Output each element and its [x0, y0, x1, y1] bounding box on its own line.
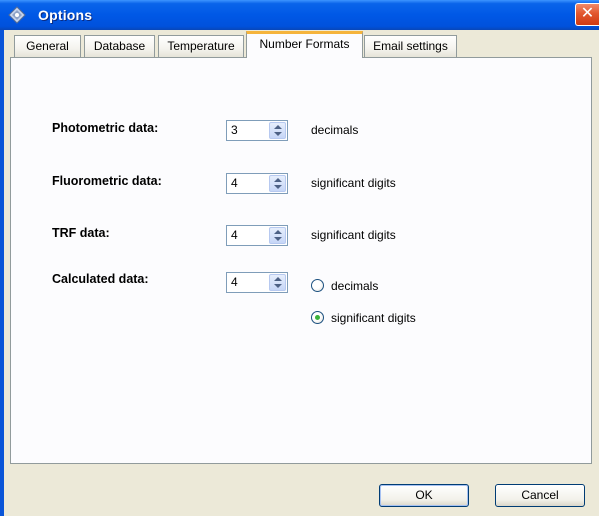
photometric-label: Photometric data: [52, 121, 159, 135]
fluorometric-label: Fluorometric data: [52, 174, 162, 188]
tab-database[interactable]: Database [84, 35, 155, 57]
calculated-decimals-label[interactable]: decimals [331, 279, 378, 293]
calculated-label: Calculated data: [52, 272, 149, 286]
spinner-value: 4 [231, 228, 238, 242]
calculated-significant-digits-radio[interactable] [311, 311, 324, 324]
fluorometric-digits-spinner[interactable]: 4 [226, 173, 288, 194]
tab-number-formats[interactable]: Number Formats [246, 31, 363, 58]
calculated-decimals-radio[interactable] [311, 279, 324, 292]
title-bar[interactable]: Options ✕ [0, 0, 599, 30]
close-icon: ✕ [580, 5, 595, 22]
spin-arrows-icon[interactable] [269, 227, 286, 244]
window-title: Options [38, 7, 93, 23]
spin-arrows-icon[interactable] [269, 175, 286, 192]
photometric-unit: decimals [311, 123, 359, 137]
tab-label: Database [93, 39, 146, 53]
photometric-decimals-spinner[interactable]: 3 [226, 120, 288, 141]
tab-label: Temperature [167, 39, 235, 53]
tab-label: Number Formats [259, 37, 350, 51]
fluorometric-unit: significant digits [311, 176, 396, 190]
spinner-value: 4 [231, 176, 238, 190]
spinner-value: 4 [231, 275, 238, 289]
trf-label: TRF data: [52, 226, 110, 240]
cancel-button[interactable]: Cancel [495, 484, 585, 507]
tab-general[interactable]: General [14, 35, 81, 57]
calculated-significant-digits-label[interactable]: significant digits [331, 311, 416, 325]
tab-label: Email settings [373, 39, 448, 53]
tab-email-settings[interactable]: Email settings [364, 35, 457, 57]
trf-unit: significant digits [311, 228, 396, 242]
tab-temperature[interactable]: Temperature [158, 35, 244, 57]
trf-digits-spinner[interactable]: 4 [226, 225, 288, 246]
spin-arrows-icon[interactable] [269, 274, 286, 291]
spinner-value: 3 [231, 123, 238, 137]
app-icon [8, 6, 26, 24]
tab-label: General [26, 39, 69, 53]
calculated-spinner[interactable]: 4 [226, 272, 288, 293]
spin-arrows-icon[interactable] [269, 122, 286, 139]
ok-button[interactable]: OK [379, 484, 469, 507]
close-button[interactable]: ✕ [575, 3, 599, 26]
options-window: Options ✕ General Database Temperature N… [0, 0, 599, 516]
number-formats-panel [10, 57, 592, 464]
